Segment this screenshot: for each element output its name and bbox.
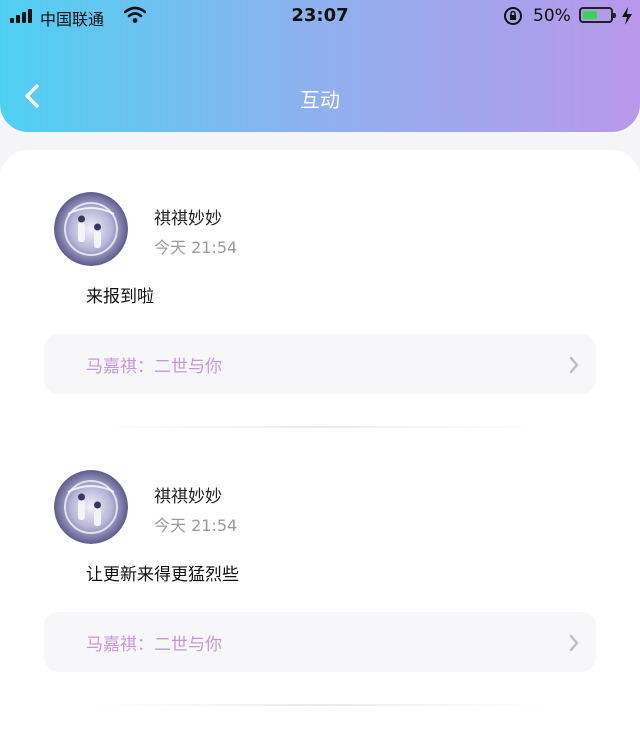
author-name[interactable]: 祺祺妙妙 — [154, 482, 222, 507]
post-content: 让更新来得更猛烈些 — [86, 565, 239, 585]
list-item: 祺祺妙妙 今天 21:54 让更新来得更猛烈些 马嘉祺：二世与你 — [0, 428, 640, 706]
battery-percent: 50% — [533, 6, 571, 26]
rotation-lock-icon — [504, 7, 522, 25]
interaction-list: 祺祺妙妙 今天 21:54 来报到啦 马嘉祺：二世与你 祺祺妙妙 今天 21:5… — [0, 150, 640, 750]
referenced-post-link[interactable]: 马嘉祺：二世与你 — [44, 612, 596, 672]
chevron-right-icon — [569, 634, 579, 652]
referenced-post-label: 马嘉祺：二世与你 — [86, 357, 222, 377]
author-name[interactable]: 祺祺妙妙 — [154, 204, 222, 229]
avatar[interactable] — [54, 470, 128, 544]
avatar[interactable] — [54, 192, 128, 266]
header-bar: 中国联通 23:07 50% 互动 — [0, 0, 640, 132]
referenced-post-link[interactable]: 马嘉祺：二世与你 — [44, 334, 596, 394]
battery-icon — [579, 7, 616, 23]
post-time: 今天 21:54 — [154, 516, 238, 535]
referenced-post-label: 马嘉祺：二世与你 — [86, 635, 222, 655]
post-time: 今天 21:54 — [154, 238, 238, 257]
chevron-right-icon — [569, 356, 579, 374]
charging-bolt-icon — [622, 7, 632, 25]
page-title: 互动 — [300, 88, 340, 112]
status-bar: 中国联通 23:07 50% — [0, 0, 640, 34]
list-item: 祺祺妙妙 今天 21:54 来报到啦 马嘉祺：二世与你 — [0, 150, 640, 428]
post-content: 来报到啦 — [86, 287, 154, 307]
